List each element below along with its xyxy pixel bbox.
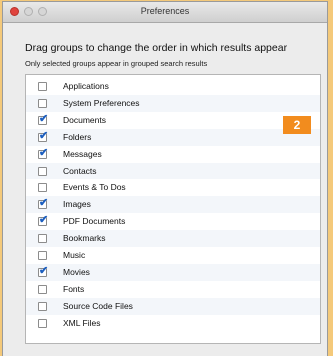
group-label: Movies — [63, 266, 90, 277]
group-label: Applications — [63, 81, 109, 91]
instructions-heading: Drag groups to change the order in which… — [25, 42, 288, 54]
instructions-subheading: Only selected groups appear in grouped s… — [25, 59, 208, 68]
annotation-badge: 2 — [283, 116, 311, 134]
list-item[interactable]: Applications — [26, 78, 320, 95]
group-checkbox[interactable] — [38, 82, 47, 91]
checkmark-icon: ✔ — [39, 197, 49, 210]
preferences-window: Preferences Drag groups to change the or… — [2, 1, 328, 356]
list-item[interactable]: ✔ Images — [26, 196, 320, 214]
list-item[interactable]: ✔ Messages — [26, 146, 320, 163]
group-checkbox[interactable] — [38, 318, 47, 328]
group-label: System Preferences — [63, 97, 140, 108]
group-label: Events & To Dos — [63, 182, 126, 193]
group-label: Contacts — [63, 165, 97, 176]
title-bar: Preferences — [3, 2, 327, 23]
group-checkbox[interactable]: ✔ — [38, 265, 48, 277]
group-checkbox[interactable] — [38, 251, 47, 260]
group-checkbox[interactable]: ✔ — [38, 130, 48, 142]
group-label: Music — [63, 250, 86, 260]
group-checkbox[interactable] — [38, 284, 47, 294]
checkmark-icon: ✔ — [39, 146, 49, 159]
group-label: Documents — [63, 114, 106, 125]
checkmark-icon: ✔ — [39, 264, 49, 277]
search-groups-list[interactable]: Applications System Preferences ✔ Documents… — [25, 74, 321, 344]
group-checkbox[interactable]: ✔ — [38, 197, 48, 210]
group-label: Source Code Files — [63, 300, 133, 311]
group-checkbox[interactable]: ✔ — [38, 147, 48, 159]
list-item[interactable]: System Preferences — [26, 94, 320, 112]
group-label: Messages — [63, 148, 102, 159]
group-checkbox[interactable] — [38, 183, 47, 193]
list-item[interactable]: Events & To Dos — [26, 179, 320, 196]
window-title: Preferences — [140, 6, 190, 16]
list-item[interactable]: ✔ Documents — [26, 112, 320, 129]
group-checkbox[interactable]: ✔ — [38, 113, 48, 125]
group-checkbox[interactable] — [38, 98, 47, 108]
list-item[interactable]: XML Files — [26, 315, 320, 332]
list-item[interactable]: ✔ Movies — [26, 263, 320, 281]
list-item[interactable]: Source Code Files — [26, 297, 320, 315]
group-checkbox[interactable] — [38, 301, 47, 311]
group-checkbox[interactable] — [38, 166, 47, 176]
checkmark-icon: ✔ — [39, 214, 49, 227]
list-item[interactable]: Bookmarks — [26, 230, 320, 247]
list-item[interactable]: Fonts — [26, 281, 320, 298]
group-label: Bookmarks — [63, 233, 106, 244]
group-label: Images — [63, 199, 91, 210]
group-checkbox[interactable]: ✔ — [38, 214, 48, 227]
group-label: Fonts — [63, 283, 85, 294]
group-label: Folders — [63, 131, 92, 142]
list-item[interactable]: Contacts — [26, 162, 320, 180]
group-checkbox[interactable] — [38, 234, 47, 244]
list-item[interactable]: ✔ Folders — [26, 128, 320, 146]
group-label: PDF Documents — [63, 216, 126, 227]
list-item[interactable]: ✔ PDF Documents — [26, 213, 320, 230]
group-label: XML Files — [63, 317, 101, 328]
checkmark-icon: ✔ — [39, 129, 49, 142]
checkmark-icon: ✔ — [39, 112, 49, 125]
list-item[interactable]: Music — [26, 247, 320, 264]
